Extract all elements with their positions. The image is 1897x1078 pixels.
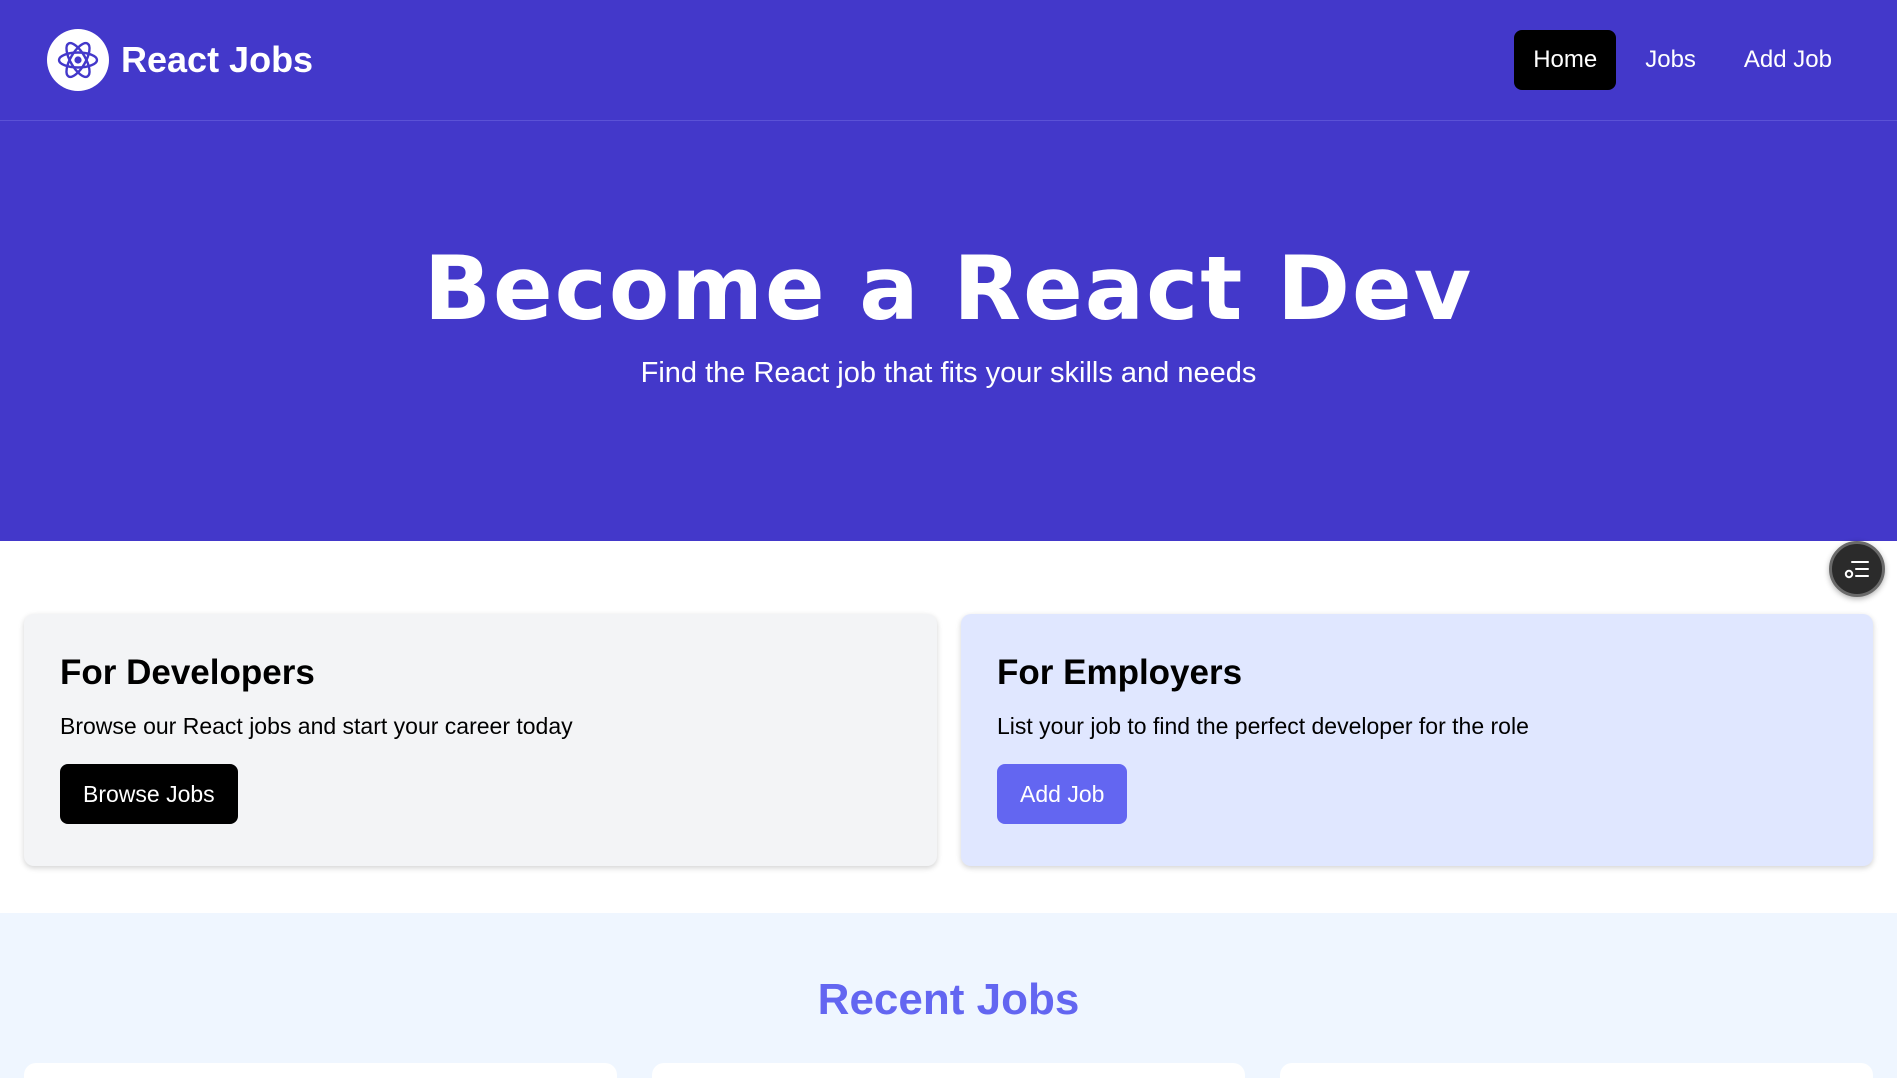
main-nav: Home Jobs Add Job xyxy=(1504,30,1851,90)
job-card[interactable] xyxy=(24,1063,617,1078)
job-card[interactable] xyxy=(652,1063,1245,1078)
developers-card-title: For Developers xyxy=(60,653,315,692)
add-job-button[interactable]: Add Job xyxy=(997,764,1128,824)
nav-jobs[interactable]: Jobs xyxy=(1626,30,1715,90)
hero-subtitle: Find the React job that fits your skills… xyxy=(640,357,1257,389)
job-card[interactable] xyxy=(1280,1063,1873,1078)
list-filter-icon xyxy=(1844,561,1869,579)
recent-jobs-title: Recent Jobs xyxy=(817,975,1080,1024)
developers-card: For Developers Browse our React jobs and… xyxy=(24,614,937,866)
developers-card-text: Browse our React jobs and start your car… xyxy=(60,713,573,739)
browse-jobs-button[interactable]: Browse Jobs xyxy=(60,764,238,824)
navbar: React Jobs Home Jobs Add Job xyxy=(0,0,1897,121)
react-atom-icon xyxy=(47,29,109,91)
hero-section: Become a React Dev Find the React job th… xyxy=(0,121,1897,541)
nav-home[interactable]: Home xyxy=(1514,30,1617,90)
recent-jobs-section: Recent Jobs xyxy=(0,913,1897,1078)
nav-add-job[interactable]: Add Job xyxy=(1725,30,1851,90)
floating-action-button[interactable] xyxy=(1829,541,1885,597)
employers-card-title: For Employers xyxy=(997,653,1243,692)
brand-name: React Jobs xyxy=(121,39,314,80)
brand-link[interactable]: React Jobs xyxy=(47,29,313,91)
hero-title: Become a React Dev xyxy=(423,237,1474,340)
employers-card-text: List your job to find the perfect develo… xyxy=(997,713,1529,739)
employers-card: For Employers List your job to find the … xyxy=(961,614,1873,866)
